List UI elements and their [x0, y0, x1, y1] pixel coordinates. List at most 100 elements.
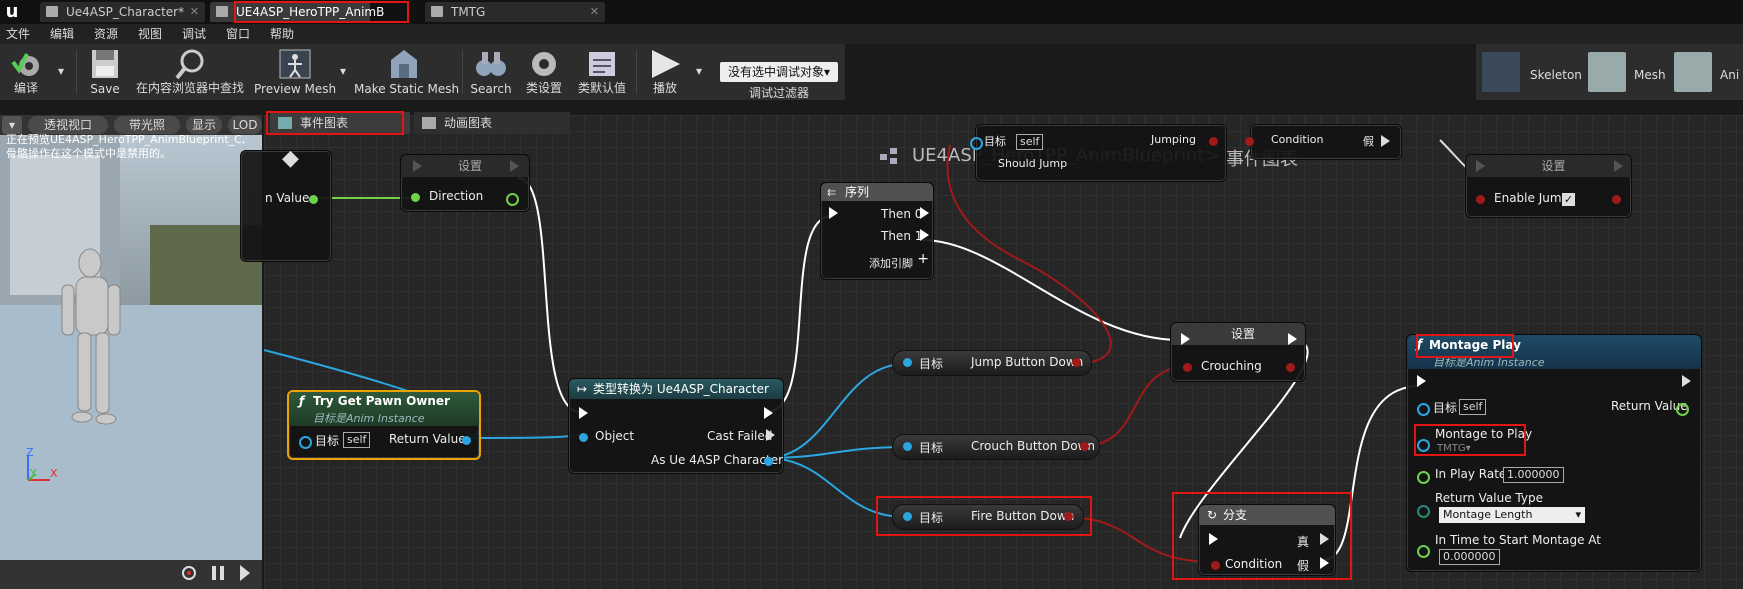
object-label: Object — [595, 429, 635, 443]
exec-in-pin[interactable] — [829, 207, 838, 219]
exec-in-pin[interactable] — [1476, 160, 1485, 172]
node-top-partial[interactable]: 目标 self Jumping Should Jump — [970, 124, 1227, 182]
nav-arrows-icon[interactable]: ◆ — [282, 146, 310, 171]
node-header: ↦ 类型转换为 Ue4ASP_Character — [569, 379, 783, 399]
fire-out-pin[interactable] — [1064, 512, 1073, 521]
montage-value-dropdown[interactable]: TMTG▾ — [1437, 443, 1471, 454]
plus-icon[interactable]: + — [917, 251, 929, 267]
true-pin[interactable] — [1320, 533, 1329, 545]
node-title: Montage Play — [1429, 338, 1521, 352]
exec-in-pin[interactable] — [413, 160, 422, 172]
jumping-pin[interactable] — [1209, 137, 1218, 146]
condition-pin[interactable] — [1245, 137, 1254, 146]
target-pin[interactable] — [903, 358, 912, 367]
then0-pin[interactable] — [920, 207, 929, 219]
target-pin[interactable] — [970, 137, 983, 150]
cast-failed-label: Cast Failed — [707, 429, 773, 443]
target-pin[interactable] — [903, 512, 912, 521]
sequence-title: 序列 — [845, 185, 870, 199]
fire-button-label: Fire Button Down — [971, 509, 1075, 523]
node-header: 设置 — [1171, 323, 1305, 345]
enable-jump-out-pin[interactable] — [1612, 195, 1621, 204]
node-set-direction[interactable]: 设置 Direction — [400, 154, 530, 212]
enable-jump-checkbox[interactable]: ✓ — [1562, 193, 1575, 206]
node-set-enable-jump[interactable]: 设置 Enable Jump ✓ — [1465, 154, 1632, 218]
false-label: 假 — [1297, 559, 1310, 573]
montage-to-play-label: Montage to Play — [1435, 427, 1533, 441]
node-header: 序列 — [821, 183, 933, 201]
target-pin[interactable] — [903, 442, 912, 451]
node-header: ↻ 分支 — [1199, 505, 1335, 525]
exec-out-pin[interactable] — [510, 160, 519, 172]
false-pin[interactable] — [1381, 135, 1390, 147]
crouching-pin[interactable] — [1183, 363, 1192, 372]
branch-icon: ↻ — [1207, 508, 1218, 522]
exec-in-pin[interactable] — [579, 407, 588, 419]
play-rate-input[interactable]: 1.000000 — [1503, 467, 1564, 483]
self-box[interactable]: self — [1016, 134, 1044, 150]
node-get-fire-button-down[interactable]: 目标 Fire Button Down — [892, 504, 1084, 530]
enable-jump-label: Enable Jump — [1494, 191, 1570, 205]
direction-pin[interactable] — [411, 193, 420, 202]
target-pin[interactable] — [1417, 403, 1430, 416]
exec-in-pin[interactable] — [1417, 375, 1426, 387]
exec-in-pin[interactable] — [1209, 533, 1218, 545]
montage-to-play-pin[interactable] — [1417, 439, 1430, 452]
node-header: ƒ Montage Play 目标是Anim Instance — [1407, 335, 1701, 369]
true-label: 真 — [1297, 535, 1310, 549]
direction-out-pin[interactable] — [506, 193, 519, 206]
exec-out-pin[interactable] — [1288, 333, 1297, 345]
should-jump-label: Should Jump — [998, 157, 1068, 170]
in-time-to-start-pin[interactable] — [1417, 545, 1430, 558]
return-value-type-label: Return Value Type — [1435, 491, 1543, 505]
node-montage-play[interactable]: ƒ Montage Play 目标是Anim Instance 目标 self … — [1406, 334, 1702, 572]
return-value-type-select[interactable]: Montage Length ▾ — [1439, 507, 1585, 523]
node-cast-to-character[interactable]: ↦ 类型转换为 Ue4ASP_Character Object Cast Fai… — [568, 378, 784, 474]
value-pin[interactable] — [309, 195, 318, 204]
false-pin[interactable] — [1320, 557, 1329, 569]
wire-exec-cast — [517, 177, 581, 413]
node-get-crouch-button-down[interactable]: 目标 Crouch Button Down — [892, 434, 1100, 460]
wire-target-fire — [765, 457, 906, 518]
add-pin-label[interactable]: 添加引脚 — [869, 255, 913, 271]
condition-pin[interactable] — [1211, 561, 1220, 570]
false-label: 假 — [1363, 135, 1374, 148]
enable-jump-pin[interactable] — [1476, 195, 1485, 204]
cast-icon: ↦ — [577, 382, 588, 396]
condition-label: Condition — [1225, 557, 1283, 571]
crouching-out-pin[interactable] — [1286, 363, 1295, 372]
crouch-out-pin[interactable] — [1080, 442, 1089, 451]
return-value-pin[interactable] — [462, 436, 471, 445]
start-time-input[interactable]: 0.000000 — [1439, 549, 1500, 565]
return-value-pin[interactable] — [1676, 403, 1689, 416]
in-play-rate-pin[interactable] — [1417, 471, 1430, 484]
chevron-down-icon: ▾ — [1575, 508, 1581, 521]
exec-out-pin[interactable] — [764, 407, 773, 419]
wire-pawn-object — [467, 434, 581, 439]
jump-button-label: Jump Button Down — [971, 355, 1084, 369]
node-sequence[interactable]: 序列 ⇇ Then 0 Then 1 添加引脚 + — [820, 182, 934, 280]
cast-failed-pin[interactable] — [766, 429, 775, 441]
exec-in-pin[interactable] — [1181, 333, 1190, 345]
crouching-label: Crouching — [1201, 359, 1262, 373]
direction-label: Direction — [429, 189, 484, 203]
self-box[interactable]: self — [1459, 399, 1487, 415]
wire-target-jump — [765, 363, 906, 459]
as-character-pin[interactable] — [764, 457, 773, 466]
in-play-rate-label: In Play Rate — [1435, 467, 1507, 481]
return-value-label: Return Value — [389, 432, 466, 446]
then1-pin[interactable] — [920, 229, 929, 241]
sequence-icon: ⇇ — [827, 186, 837, 199]
node-get-jump-button-down[interactable]: 目标 Jump Button Down — [892, 350, 1092, 376]
object-pin[interactable] — [579, 433, 588, 442]
node-branch[interactable]: ↻ 分支 真 Condition 假 — [1198, 504, 1336, 576]
exec-out-pin[interactable] — [1614, 160, 1623, 172]
node-try-get-pawn-owner[interactable]: ƒ Try Get Pawn Owner 目标是Anim Instance 目标… — [287, 390, 481, 460]
node-top-branch-partial[interactable]: Condition 假 — [1245, 124, 1402, 160]
return-value-type-pin[interactable] — [1417, 505, 1430, 518]
node-set-crouching[interactable]: 设置 Crouching — [1170, 322, 1306, 382]
self-box[interactable]: self — [343, 432, 371, 448]
jump-out-pin[interactable] — [1072, 358, 1081, 367]
exec-out-pin[interactable] — [1682, 375, 1691, 387]
target-pin[interactable] — [299, 436, 312, 449]
